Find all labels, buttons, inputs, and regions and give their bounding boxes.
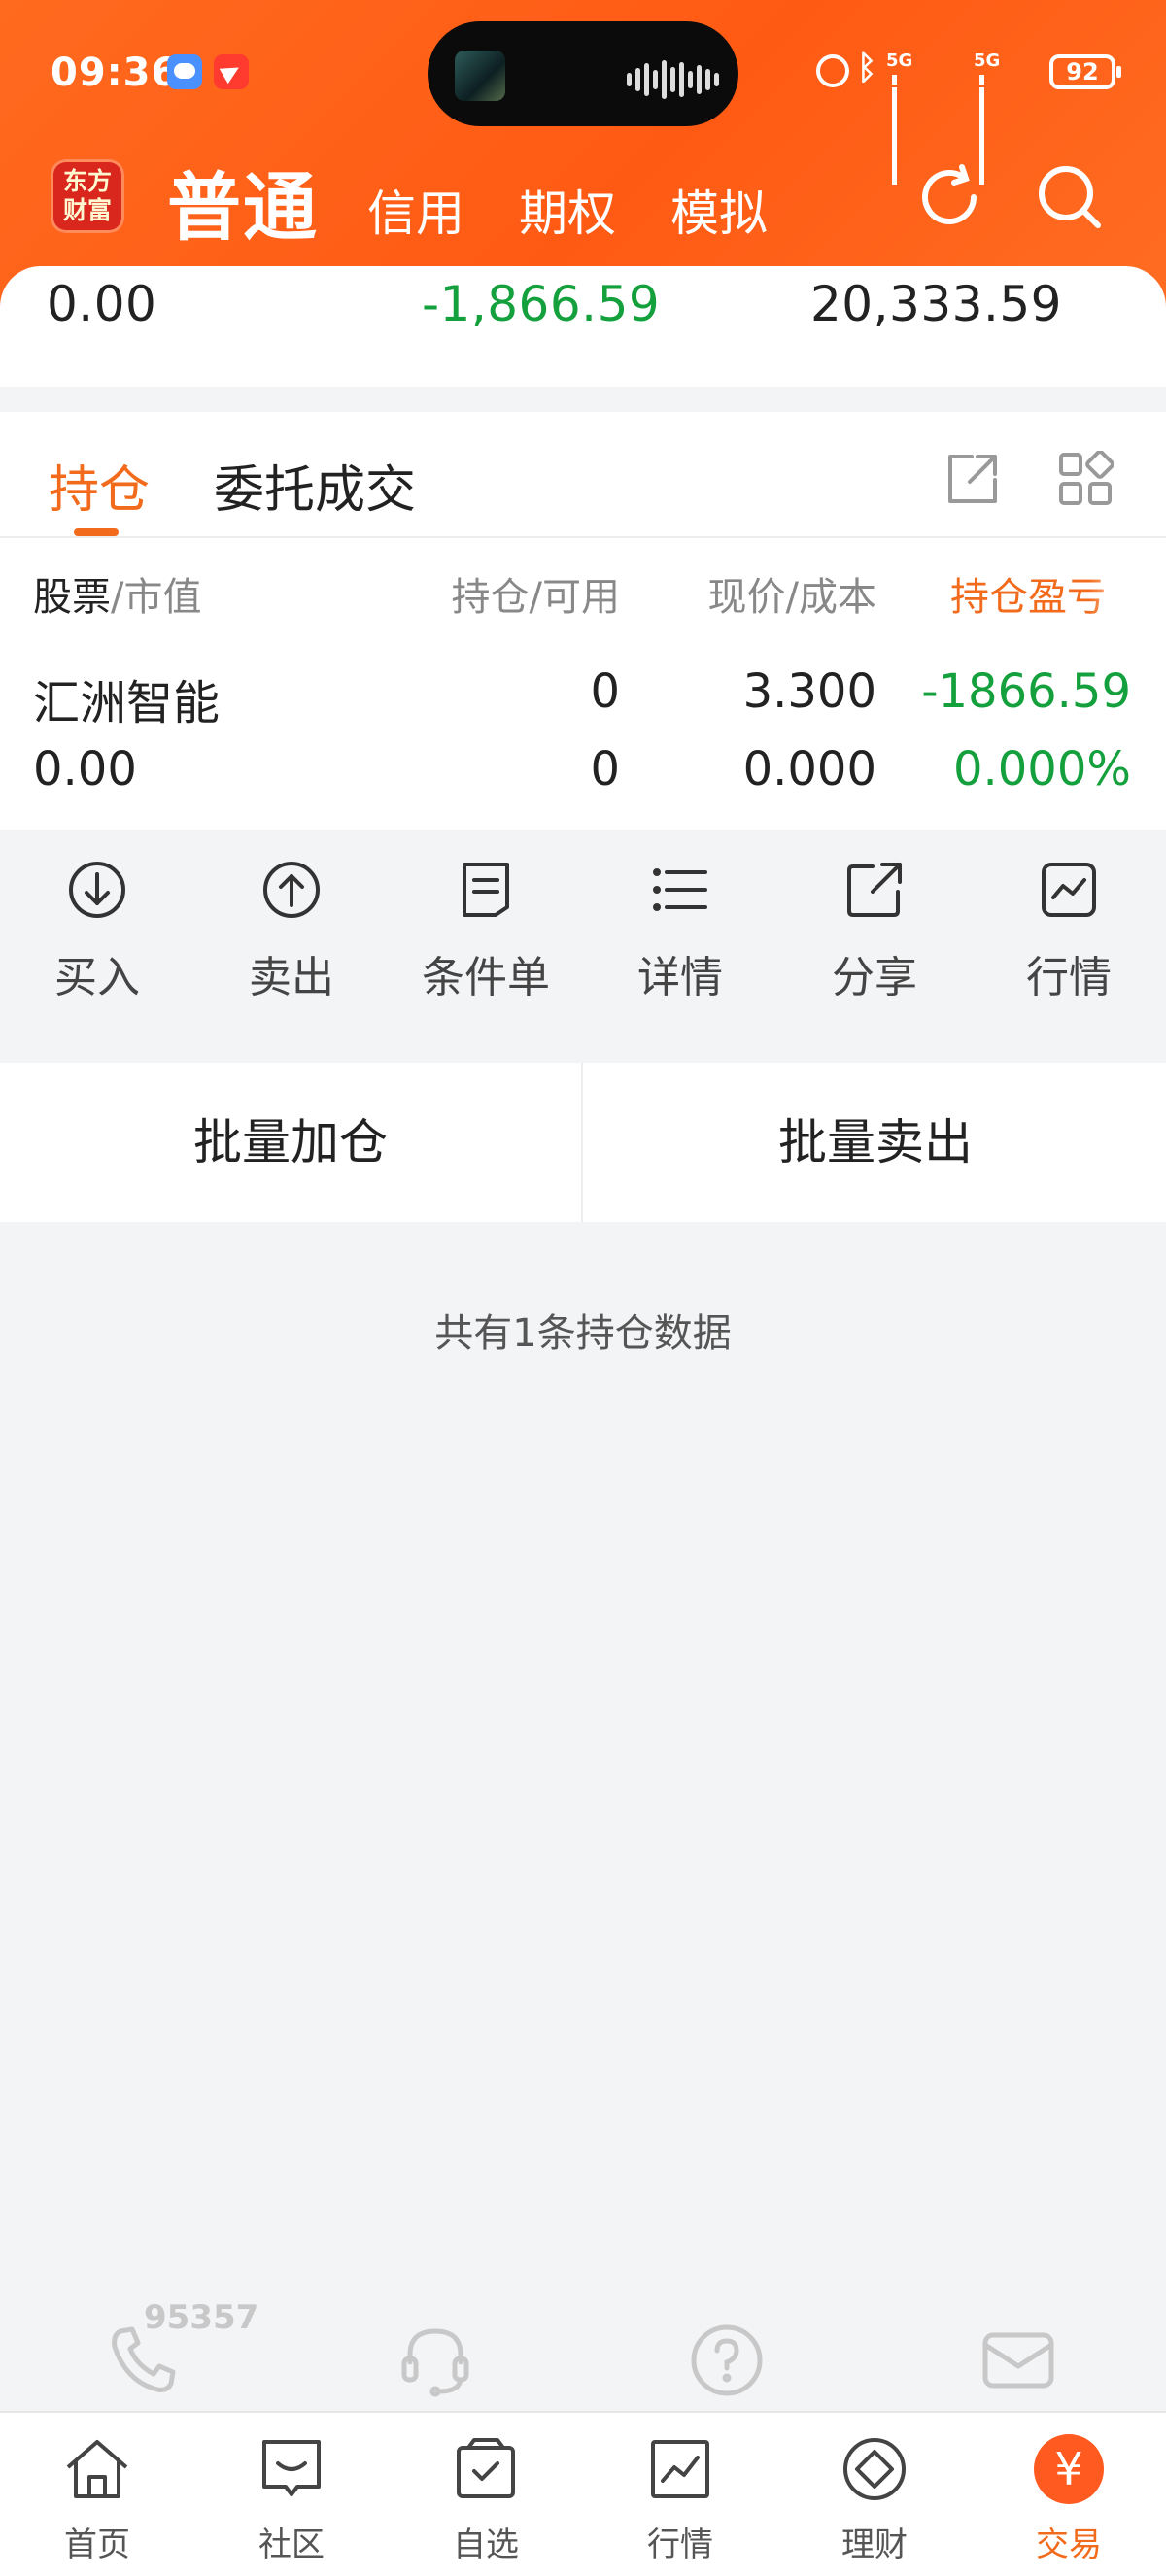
nav-watchlist-label: 自选: [453, 2525, 519, 2564]
share-icon: [847, 863, 902, 917]
nav-watchlist[interactable]: 自选: [389, 2434, 583, 2565]
column-stock-label: 股票: [33, 575, 111, 620]
current-price: 3.300: [742, 664, 876, 719]
sell-button[interactable]: 卖出: [194, 859, 389, 1004]
bottom-nav: 首页 社区 自选 行情 理财 ¥ 交易: [0, 2411, 1166, 2576]
battery-icon: 92: [1049, 54, 1121, 89]
column-header-fade: [1088, 558, 1147, 616]
batch-add-button[interactable]: 批量加仓: [0, 1063, 581, 1222]
home-icon: [66, 2440, 128, 2498]
customer-service-button[interactable]: [396, 2322, 474, 2403]
column-header-price: 现价/成本: [707, 575, 876, 620]
holding-qty: 0: [590, 664, 620, 719]
tab-options[interactable]: 期权: [519, 175, 616, 245]
share-label: 分享: [832, 953, 917, 1002]
summary-total-assets: 20,333.59: [810, 276, 1062, 332]
search-icon[interactable]: [1034, 161, 1106, 237]
records-count-note: 共有1条持仓数据: [434, 1311, 732, 1356]
audio-waveform-icon: [627, 60, 723, 99]
details-button[interactable]: 详情: [583, 859, 777, 1004]
help-button[interactable]: [688, 2322, 766, 2403]
stock-market-value: 0.00: [33, 742, 137, 797]
positions-tab-bar: 持仓 委托成交: [0, 412, 1166, 538]
nav-trade-label: 交易: [1036, 2525, 1102, 2564]
hotline-number: 95357: [144, 2298, 259, 2337]
share-button[interactable]: 分享: [777, 859, 972, 1004]
tab-holdings[interactable]: 持仓: [49, 449, 150, 522]
available-qty: 0: [590, 742, 620, 797]
status-time: 09:36: [51, 51, 180, 95]
message-app-icon: [167, 54, 202, 89]
mail-icon: [982, 2332, 1054, 2389]
tab-orders[interactable]: 委托成交: [214, 449, 416, 522]
details-label: 详情: [637, 953, 723, 1002]
active-tab-indicator: [74, 528, 119, 536]
message-button[interactable]: [979, 2322, 1057, 2403]
cost-price: 0.000: [742, 742, 876, 797]
nav-wealth-label: 理财: [841, 2525, 908, 2564]
column-header-stock: 股票/市值: [33, 565, 201, 622]
sell-label: 卖出: [249, 953, 334, 1002]
send-app-icon: [214, 54, 249, 89]
status-bar: 09:36 ᛒ 5G 5G 92: [0, 0, 1166, 185]
nav-market-label: 行情: [647, 2525, 713, 2564]
nav-community-label: 社区: [258, 2525, 325, 2564]
refresh-icon[interactable]: [913, 161, 985, 237]
details-list-icon: [653, 868, 707, 911]
position-action-bar: 买入 卖出 条件单 详情 分享 行情: [0, 831, 1166, 1030]
headset-icon: [401, 2328, 469, 2397]
tab-normal[interactable]: 普通: [167, 148, 319, 254]
layout-grid-icon[interactable]: [1057, 450, 1115, 511]
sell-icon: [263, 862, 320, 918]
community-icon: [262, 2440, 321, 2496]
dynamic-island[interactable]: [428, 21, 738, 126]
nav-wealth[interactable]: 理财: [777, 2434, 972, 2565]
position-pl-percent: 0.000%: [952, 742, 1131, 797]
position-pl: -1866.59: [921, 664, 1131, 719]
batch-actions: 批量加仓 批量卖出: [0, 1063, 1166, 1222]
logo-text-line1: 东方: [62, 167, 112, 195]
batch-divider: [581, 1063, 583, 1222]
tab-credit[interactable]: 信用: [367, 175, 464, 245]
batch-sell-button[interactable]: 批量卖出: [585, 1063, 1166, 1222]
buy-label: 买入: [54, 953, 140, 1002]
column-market-value-label: /市值: [111, 575, 202, 620]
account-summary-card: 0.00 -1,866.59 20,333.59: [0, 266, 1166, 387]
stock-name: 汇洲智能: [33, 676, 221, 730]
nav-home-label: 首页: [64, 2525, 130, 2564]
trade-icon: ¥: [1034, 2434, 1104, 2504]
quote-chart-icon: [1042, 863, 1096, 917]
media-thumbnail-icon: [455, 51, 505, 101]
positions-panel: 持仓 委托成交 股票/市值 持仓/可用 现价/成本 持仓盈亏 汇洲智能 0 3.…: [0, 412, 1166, 830]
nav-community[interactable]: 社区: [194, 2434, 389, 2565]
conditional-order-label: 条件单: [422, 953, 550, 1002]
app-header: 09:36 ᛒ 5G 5G 92 东方 财富 普通 信用 期权 模拟: [0, 0, 1166, 311]
conditional-order-button[interactable]: 条件单: [389, 859, 583, 1004]
app-logo: 东方 财富: [51, 159, 124, 233]
conditional-order-icon: [463, 863, 509, 917]
quote-label: 行情: [1026, 953, 1112, 1002]
nav-market[interactable]: 行情: [583, 2434, 777, 2565]
service-row: 95357: [0, 2298, 1166, 2409]
quote-button[interactable]: 行情: [972, 859, 1166, 1004]
tab-simulated[interactable]: 模拟: [670, 175, 768, 245]
wealth-icon: [843, 2438, 906, 2500]
column-header-holding: 持仓/可用: [451, 575, 620, 620]
nav-home[interactable]: 首页: [0, 2434, 194, 2565]
logo-text-line2: 财富: [62, 196, 112, 224]
summary-market-value: 0.00: [47, 276, 157, 332]
alarm-icon: [816, 54, 849, 87]
help-icon: [691, 2324, 763, 2396]
buy-icon: [69, 862, 125, 918]
bluetooth-icon: ᛒ: [857, 49, 877, 87]
watchlist-icon: [457, 2438, 515, 2498]
buy-button[interactable]: 买入: [0, 859, 194, 1004]
nav-trade[interactable]: ¥ 交易: [972, 2434, 1166, 2565]
summary-position-pl: -1,866.59: [422, 276, 661, 332]
market-icon: [651, 2440, 709, 2498]
export-icon[interactable]: [944, 451, 1001, 511]
